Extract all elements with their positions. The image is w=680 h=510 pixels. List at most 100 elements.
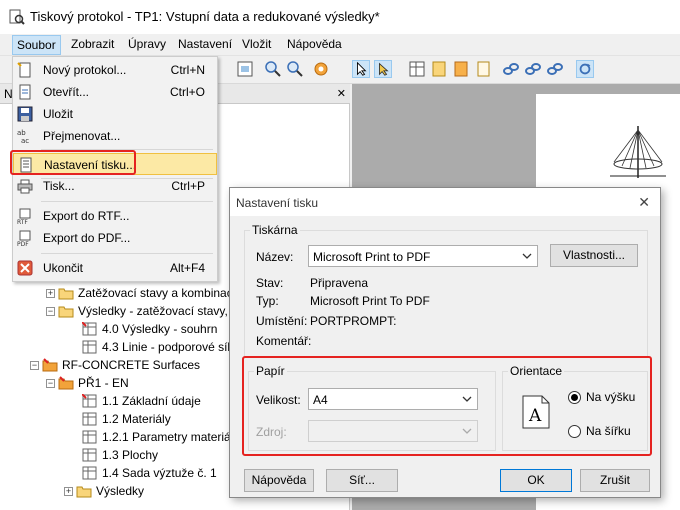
tree-item[interactable]: − RF-CONCRETE Surfaces	[30, 356, 200, 374]
table-icon[interactable]	[408, 60, 426, 78]
tree-item-label: PŘ1 - EN	[78, 376, 129, 390]
exit-icon	[17, 260, 33, 276]
menu-item-export-rtf[interactable]: RTF Export do RTF...	[13, 205, 217, 227]
menu-separator	[41, 253, 213, 254]
expand-toggle[interactable]: +	[64, 486, 73, 496]
tree-item-label: 1.4 Sada výztuže č. 1	[102, 466, 217, 480]
pdf-export-icon: PDF	[17, 230, 31, 246]
radio-selected-dot	[571, 394, 578, 401]
menu-item-new-report[interactable]: Nový protokol... Ctrl+N	[13, 59, 217, 81]
menu-item-label: Export do RTF...	[43, 209, 130, 223]
navigator-close-button[interactable]: ✕	[337, 87, 346, 100]
zoom-out-icon[interactable]	[286, 60, 304, 78]
menu-item-shortcut: Ctrl+N	[170, 63, 205, 77]
cancel-button[interactable]: Zrušit	[580, 469, 650, 492]
menu-zobrazit[interactable]: Zobrazit	[71, 37, 114, 51]
select-pointer-icon[interactable]	[352, 60, 370, 78]
menu-item-rename[interactable]: ab ac Přejmenovat...	[13, 125, 217, 147]
menu-item-export-pdf[interactable]: PDF Export do PDF...	[13, 227, 217, 249]
folder-icon	[58, 306, 74, 318]
ok-button[interactable]: OK	[500, 469, 572, 492]
table-icon	[82, 466, 97, 480]
print-setup-dialog: Nastavení tisku ✕ Tiskárna Název: Micros…	[229, 187, 661, 498]
tree-item[interactable]: 1.2 Materiály	[82, 410, 171, 428]
table-icon	[82, 430, 97, 444]
status-label: Stav:	[256, 276, 284, 290]
paper-size-value: A4	[313, 393, 328, 407]
menu-upravy[interactable]: Úpravy	[128, 37, 166, 51]
chapter-alt-icon[interactable]	[452, 60, 470, 78]
collapse-toggle[interactable]: −	[46, 306, 55, 316]
rtf-export-icon: RTF	[17, 208, 31, 224]
tree-item[interactable]: 4.0 Výsledky - souhrn	[82, 320, 217, 338]
select-hand-icon[interactable]	[374, 60, 392, 78]
table-icon	[82, 340, 97, 354]
portrait-label[interactable]: Na výšku	[586, 390, 635, 404]
tree-item[interactable]: 1.4 Sada výztuže č. 1	[82, 464, 217, 482]
dialog-close-button[interactable]: ✕	[638, 194, 650, 211]
tree-item[interactable]: − Výsledky - zatěžovací stavy,	[46, 302, 228, 320]
tree-item[interactable]: 1.3 Plochy	[82, 446, 158, 464]
expand-toggle[interactable]: +	[46, 288, 55, 298]
refresh-icon[interactable]	[576, 60, 594, 78]
menu-bar: Soubor Zobrazit Úpravy Nastavení Vložit …	[0, 34, 680, 56]
chapter-icon[interactable]	[430, 60, 448, 78]
tree-item[interactable]: 1.1 Základní údaje	[82, 392, 201, 410]
page-view-icon[interactable]	[236, 60, 254, 78]
chevron-down-icon	[522, 253, 532, 259]
module-icon	[58, 376, 74, 390]
menu-item-save[interactable]: Uložit	[13, 103, 217, 125]
orientation-group-label: Orientace	[508, 364, 565, 378]
tree-item-label: 4.0 Výsledky - souhrn	[102, 322, 218, 336]
menu-vlozit[interactable]: Vložit	[242, 37, 271, 51]
folder-icon	[76, 486, 92, 498]
menu-separator	[41, 201, 213, 202]
link-icon[interactable]	[502, 60, 520, 78]
highlight-print-setup	[10, 150, 136, 175]
landscape-label[interactable]: Na šířku	[586, 424, 631, 438]
menu-nastaveni[interactable]: Nastavení	[178, 37, 232, 51]
tree-item[interactable]: 1.2.1 Parametry materiál	[82, 428, 233, 446]
new-document-icon	[17, 62, 31, 78]
menu-item-open[interactable]: Otevřít... Ctrl+O	[13, 81, 217, 103]
tree-item-label: Zatěžovací stavy a kombinac	[78, 286, 233, 300]
window-title: Tiskový protokol - TP1: Vstupní data a r…	[30, 9, 380, 24]
settings-gear-icon[interactable]	[312, 60, 330, 78]
collapse-toggle[interactable]: −	[30, 360, 39, 370]
table-icon	[82, 394, 97, 408]
blank-page-icon[interactable]	[474, 60, 492, 78]
printer-name-select[interactable]: Microsoft Print to PDF	[308, 245, 538, 267]
menu-soubor[interactable]: Soubor	[12, 35, 61, 55]
help-button[interactable]: Nápověda	[244, 469, 314, 492]
svg-text:RTF: RTF	[17, 219, 28, 224]
menu-item-label: Otevřít...	[43, 85, 90, 99]
tree-item[interactable]: 4.3 Linie - podporové síly	[82, 338, 236, 356]
portrait-radio[interactable]	[568, 391, 581, 404]
tree-item[interactable]: + Výsledky	[64, 482, 144, 500]
source-label: Zdroj:	[256, 425, 287, 439]
tree-item-label: Výsledky	[96, 484, 145, 498]
link-remove-icon[interactable]	[546, 60, 564, 78]
tree-item[interactable]: + Zatěžovací stavy a kombinac	[46, 284, 233, 302]
menu-item-print[interactable]: Tisk... Ctrl+P	[13, 175, 217, 197]
menu-item-label: Uložit	[43, 107, 74, 121]
paper-size-select[interactable]: A4	[308, 388, 478, 410]
collapse-toggle[interactable]: −	[46, 378, 55, 388]
structure-thumbnail-icon	[610, 126, 666, 178]
link-edit-icon[interactable]	[524, 60, 542, 78]
table-icon	[82, 322, 97, 336]
menu-item-shortcut: Ctrl+O	[169, 85, 205, 99]
menu-napoveda[interactable]: Nápověda	[287, 37, 342, 51]
zoom-in-icon[interactable]	[264, 60, 282, 78]
landscape-radio[interactable]	[568, 425, 581, 438]
tree-item[interactable]: − PŘ1 - EN	[46, 374, 129, 392]
menu-item-exit[interactable]: Ukončit Alt+F4	[13, 257, 217, 279]
properties-button[interactable]: Vlastnosti...	[550, 244, 638, 267]
dialog-title: Nastavení tisku	[236, 196, 319, 210]
tree-item-label: 1.3 Plochy	[102, 448, 159, 462]
location-label: Umístění:	[256, 314, 308, 328]
network-button[interactable]: Síť...	[326, 469, 398, 492]
type-label: Typ:	[256, 294, 279, 308]
paper-source-select[interactable]	[308, 420, 478, 442]
status-value: Připravena	[310, 276, 369, 290]
